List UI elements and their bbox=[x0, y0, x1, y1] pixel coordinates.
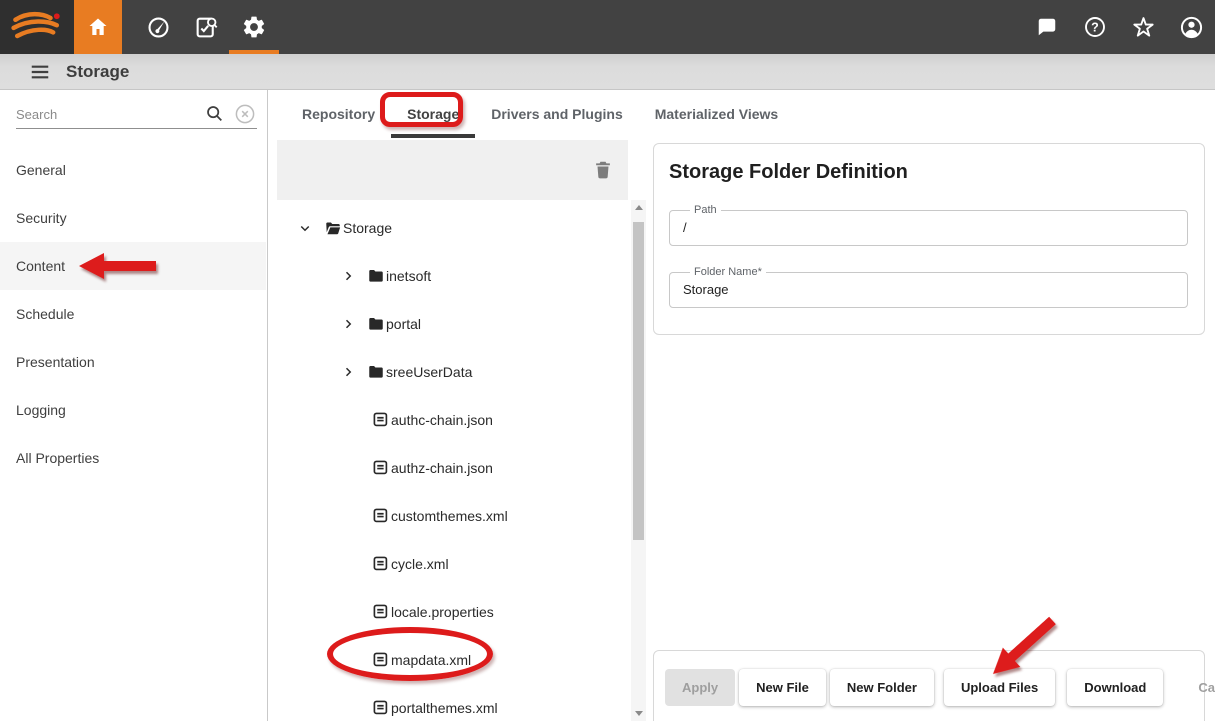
chevron-right-icon[interactable] bbox=[339, 267, 357, 285]
page-header: Storage bbox=[0, 54, 1215, 90]
menu-button[interactable] bbox=[28, 60, 52, 84]
hamburger-icon bbox=[29, 61, 51, 83]
sidebar-item-logging[interactable]: Logging bbox=[0, 386, 266, 434]
top-app-bar: ? bbox=[0, 0, 1215, 54]
path-field: Path bbox=[669, 210, 1188, 246]
storage-tree-panel: Storage inetsoft portal bbox=[269, 138, 649, 721]
sidebar-item-presentation[interactable]: Presentation bbox=[0, 338, 266, 386]
sidebar-item-general[interactable]: General bbox=[0, 146, 266, 194]
tree-row-storage[interactable]: Storage bbox=[277, 204, 628, 252]
tab-drivers-and-plugins[interactable]: Drivers and Plugins bbox=[475, 90, 638, 138]
content-tabbar: Repository Storage Drivers and Plugins M… bbox=[269, 90, 1215, 138]
tree-toolbar bbox=[277, 140, 628, 200]
account-icon bbox=[1179, 15, 1204, 40]
tree-row-inetsoft[interactable]: inetsoft bbox=[277, 252, 628, 300]
svg-text:?: ? bbox=[1091, 21, 1099, 35]
folder-icon bbox=[367, 363, 385, 381]
help-button[interactable]: ? bbox=[1071, 0, 1119, 54]
tree-row-locale-properties[interactable]: locale.properties bbox=[277, 588, 628, 636]
sidebar-nav: General Security Content Schedule Presen… bbox=[0, 146, 266, 482]
scroll-down-button[interactable] bbox=[631, 706, 646, 721]
search-field bbox=[16, 100, 257, 129]
sidebar-item-security[interactable]: Security bbox=[0, 194, 266, 242]
settings-sidebar: General Security Content Schedule Presen… bbox=[0, 90, 268, 721]
upload-files-button[interactable]: Upload Files bbox=[944, 669, 1055, 706]
folder-definition-card: Storage Folder Definition Path Folder Na… bbox=[653, 143, 1205, 335]
favorites-button[interactable] bbox=[1119, 0, 1167, 54]
file-icon bbox=[372, 411, 390, 429]
delete-button[interactable] bbox=[588, 155, 618, 185]
folder-icon bbox=[367, 315, 385, 333]
storage-tree: Storage inetsoft portal bbox=[277, 200, 628, 721]
tree-row-mapdata[interactable]: mapdata.xml bbox=[277, 636, 628, 684]
gauge-icon bbox=[146, 15, 171, 40]
apply-button[interactable]: Apply bbox=[665, 669, 735, 706]
inetsoft-logo-icon bbox=[10, 8, 64, 46]
scroll-up-button[interactable] bbox=[631, 200, 646, 215]
tab-storage[interactable]: Storage bbox=[391, 90, 475, 138]
sidebar-item-schedule[interactable]: Schedule bbox=[0, 290, 266, 338]
tree-row-customthemes[interactable]: customthemes.xml bbox=[277, 492, 628, 540]
monitoring-button[interactable] bbox=[134, 0, 182, 54]
tab-repository[interactable]: Repository bbox=[286, 90, 391, 138]
trash-icon bbox=[592, 159, 614, 181]
star-icon bbox=[1131, 15, 1156, 40]
clear-circle-icon bbox=[233, 102, 257, 126]
help-icon: ? bbox=[1083, 15, 1107, 39]
auditing-button[interactable] bbox=[182, 0, 230, 54]
file-icon bbox=[372, 651, 390, 669]
settings-button[interactable] bbox=[230, 0, 278, 54]
scrollbar-thumb[interactable] bbox=[633, 222, 644, 540]
folder-name-input[interactable] bbox=[683, 273, 1177, 307]
sidebar-item-all-properties[interactable]: All Properties bbox=[0, 434, 266, 482]
file-icon bbox=[372, 555, 390, 573]
chevron-right-icon[interactable] bbox=[339, 363, 357, 381]
gear-icon bbox=[241, 14, 267, 40]
tree-row-authc-chain[interactable]: authc-chain.json bbox=[277, 396, 628, 444]
tree-row-sreeuserdata[interactable]: sreeUserData bbox=[277, 348, 628, 396]
file-icon bbox=[372, 459, 390, 477]
tab-materialized-views[interactable]: Materialized Views bbox=[639, 90, 794, 138]
panel-title: Storage Folder Definition bbox=[669, 161, 908, 184]
tree-row-authz-chain[interactable]: authz-chain.json bbox=[277, 444, 628, 492]
storage-folder-panel: Storage Folder Definition Path Folder Na… bbox=[649, 138, 1215, 721]
new-file-button[interactable]: New File bbox=[739, 669, 826, 706]
file-icon bbox=[372, 603, 390, 621]
home-button[interactable] bbox=[74, 0, 122, 54]
tree-scrollbar[interactable] bbox=[631, 200, 646, 721]
download-button[interactable]: Download bbox=[1067, 669, 1163, 706]
file-icon bbox=[372, 699, 390, 717]
tree-row-cycle[interactable]: cycle.xml bbox=[277, 540, 628, 588]
search-icon bbox=[204, 103, 226, 125]
tree-row-portal[interactable]: portal bbox=[277, 300, 628, 348]
folder-open-icon bbox=[324, 219, 342, 237]
action-bar: Apply New File New Folder Upload Files D… bbox=[653, 650, 1205, 721]
report-search-icon bbox=[194, 15, 219, 40]
page-title: Storage bbox=[66, 62, 129, 82]
tree-row-portalthemes[interactable]: portalthemes.xml bbox=[277, 684, 628, 721]
sidebar-item-content[interactable]: Content bbox=[0, 242, 266, 290]
cancel-button[interactable]: Cancel bbox=[1181, 669, 1215, 706]
chevron-right-icon[interactable] bbox=[339, 315, 357, 333]
home-icon bbox=[86, 15, 110, 39]
active-section-underline bbox=[229, 50, 279, 54]
chat-button[interactable] bbox=[1023, 0, 1071, 54]
inetsoft-logo bbox=[0, 0, 74, 54]
folder-name-field: Folder Name* bbox=[669, 272, 1188, 308]
chevron-down-icon[interactable] bbox=[296, 219, 314, 237]
clear-search-button[interactable] bbox=[233, 102, 257, 126]
new-folder-button[interactable]: New Folder bbox=[830, 669, 934, 706]
path-input[interactable] bbox=[683, 211, 1177, 245]
account-button[interactable] bbox=[1167, 0, 1215, 54]
chat-bubble-icon bbox=[1036, 16, 1058, 38]
folder-icon bbox=[367, 267, 385, 285]
search-input[interactable] bbox=[16, 107, 204, 122]
file-icon bbox=[372, 507, 390, 525]
